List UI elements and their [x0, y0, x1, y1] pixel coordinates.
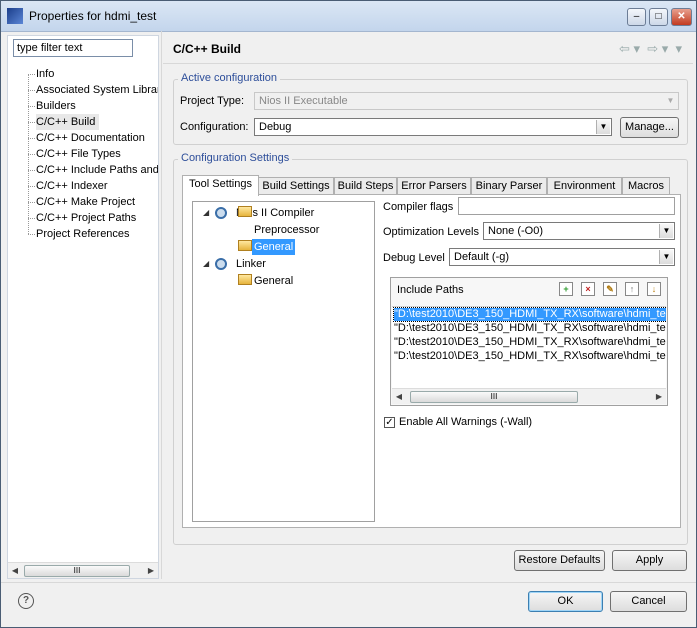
- back-arrow-icon[interactable]: ⇦ ▾: [619, 41, 640, 56]
- tab-tool-settings[interactable]: Tool Settings: [182, 175, 259, 196]
- debug-level-label: Debug Level: [383, 252, 445, 264]
- tab-binary-parser[interactable]: Binary Parser: [471, 177, 547, 195]
- scroll-right-icon[interactable]: ▶: [652, 389, 666, 404]
- folder-icon: [238, 274, 252, 285]
- scroll-left-icon[interactable]: ◀: [8, 563, 22, 578]
- list-item[interactable]: "D:\test2010\DE3_150_HDMI_TX_RX\software…: [394, 322, 666, 335]
- nav-item-info[interactable]: Info: [36, 66, 158, 82]
- edit-path-icon[interactable]: ✎: [603, 282, 617, 296]
- nav-item-cpp-include-paths[interactable]: C/C++ Include Paths and: [36, 162, 158, 178]
- optimization-levels-label: Optimization Levels: [383, 226, 479, 238]
- tab-build-settings[interactable]: Build Settings: [258, 177, 334, 195]
- history-navigation[interactable]: ⇦ ▾ ⇨ ▾ ▾: [619, 41, 682, 57]
- include-paths-toolbar: + × ✎ ↑ ↓: [551, 282, 661, 296]
- add-path-icon[interactable]: +: [559, 282, 573, 296]
- include-paths-scrollbar[interactable]: ◀ III ▶: [392, 388, 666, 404]
- nav-item-cpp-project-paths[interactable]: C/C++ Project Paths: [36, 210, 158, 226]
- list-item[interactable]: "D:\test2010\DE3_150_HDMI_TX_RX\software…: [394, 350, 666, 363]
- include-paths-title: Include Paths: [397, 284, 464, 296]
- enable-warnings-checkbox[interactable]: ✓: [384, 417, 395, 428]
- list-item[interactable]: "D:\test2010\DE3_150_HDMI_TX_RX\software…: [394, 336, 666, 349]
- tab-macros[interactable]: Macros: [622, 177, 670, 195]
- filter-input[interactable]: type filter text: [13, 39, 133, 57]
- nav-item-cpp-make-project[interactable]: C/C++ Make Project: [36, 194, 158, 210]
- close-button[interactable]: ✕: [671, 8, 692, 26]
- move-down-icon[interactable]: ↓: [647, 282, 661, 296]
- folder-icon: [238, 240, 252, 251]
- panel-divider[interactable]: [161, 31, 162, 579]
- window-title: Properties for hdmi_test: [29, 9, 157, 23]
- tab-error-parsers[interactable]: Error Parsers: [397, 177, 471, 195]
- project-type-label: Project Type:: [180, 95, 244, 107]
- optimization-levels-combo[interactable]: None (-O0) ▼: [483, 222, 675, 240]
- property-nav-panel: type filter text Info Associated System …: [7, 35, 159, 579]
- help-icon[interactable]: ?: [18, 593, 34, 609]
- title-bar: Properties for hdmi_test – □ ✕: [1, 1, 696, 32]
- nav-item-cpp-build[interactable]: C/C++ Build: [36, 114, 100, 130]
- enable-warnings-label: Enable All Warnings (-Wall): [399, 416, 533, 428]
- project-type-combo: Nios II Executable ▼: [254, 92, 679, 110]
- dropdown-arrow-icon[interactable]: ▼: [659, 224, 673, 238]
- configuration-combo[interactable]: Debug ▼: [254, 118, 612, 136]
- scroll-thumb[interactable]: III: [24, 565, 130, 577]
- maximize-button[interactable]: □: [649, 8, 668, 26]
- dropdown-arrow-icon: ▼: [664, 94, 677, 108]
- configuration-value: Debug: [259, 121, 292, 133]
- apply-button[interactable]: Apply: [612, 550, 687, 571]
- collapse-icon[interactable]: ◢: [203, 208, 209, 217]
- folder-icon: [238, 206, 252, 217]
- ok-button[interactable]: OK: [528, 591, 603, 612]
- manage-button[interactable]: Manage...: [620, 117, 679, 138]
- debug-level-value: Default (-g): [454, 251, 510, 263]
- tree-compiler-general[interactable]: General: [252, 239, 296, 255]
- gear-icon: [215, 258, 227, 270]
- tree-linker-general[interactable]: General: [254, 273, 293, 289]
- gear-icon: [215, 207, 227, 219]
- collapse-icon[interactable]: ◢: [203, 259, 209, 268]
- compiler-flags-label: Compiler flags: [383, 201, 454, 213]
- nav-item-cpp-indexer[interactable]: C/C++ Indexer: [36, 178, 158, 194]
- nav-item-project-references[interactable]: Project References: [36, 226, 158, 242]
- include-paths-list[interactable]: "D:\test2010\DE3_150_HDMI_TX_RX\software…: [392, 306, 666, 404]
- tab-environment[interactable]: Environment: [547, 177, 622, 195]
- delete-path-icon[interactable]: ×: [581, 282, 595, 296]
- properties-dialog: Properties for hdmi_test – □ ✕ type filt…: [0, 0, 697, 628]
- forward-arrow-icon[interactable]: ⇨ ▾: [647, 41, 668, 56]
- app-icon: [7, 8, 23, 24]
- restore-defaults-button[interactable]: Restore Defaults: [514, 550, 605, 571]
- scroll-left-icon[interactable]: ◀: [392, 389, 406, 404]
- nav-item-associated-system-library[interactable]: Associated System Librar: [36, 82, 158, 98]
- nav-item-cpp-documentation[interactable]: C/C++ Documentation: [36, 130, 158, 146]
- page-title: C/C++ Build: [173, 42, 242, 56]
- scroll-right-icon[interactable]: ▶: [144, 563, 158, 578]
- optimization-value: None (-O0): [488, 225, 544, 237]
- nav-horizontal-scrollbar[interactable]: ◀ III ▶: [8, 562, 158, 578]
- nav-item-builders[interactable]: Builders: [36, 98, 158, 114]
- cancel-button[interactable]: Cancel: [610, 591, 687, 612]
- project-type-value: Nios II Executable: [259, 95, 348, 107]
- configuration-label: Configuration:: [180, 121, 249, 133]
- tool-tree: ◢ Nios II Compiler Preprocessor General …: [192, 201, 375, 522]
- nav-item-cpp-file-types[interactable]: C/C++ File Types: [36, 146, 158, 162]
- active-configuration-label: Active configuration: [178, 72, 280, 84]
- move-up-icon[interactable]: ↑: [625, 282, 639, 296]
- view-menu-icon[interactable]: ▾: [676, 41, 683, 56]
- debug-level-combo[interactable]: Default (-g) ▼: [449, 248, 675, 266]
- list-item[interactable]: "D:\test2010\DE3_150_HDMI_TX_RX\software…: [392, 307, 666, 322]
- tree-linker[interactable]: Linker: [236, 256, 266, 272]
- configuration-settings-label: Configuration Settings: [178, 152, 293, 164]
- tool-settings-panel: ◢ Nios II Compiler Preprocessor General …: [182, 194, 681, 528]
- dropdown-arrow-icon[interactable]: ▼: [596, 120, 610, 134]
- dropdown-arrow-icon[interactable]: ▼: [659, 250, 673, 264]
- compiler-flags-input[interactable]: [458, 197, 675, 215]
- tree-preprocessor[interactable]: Preprocessor: [254, 222, 319, 238]
- minimize-button[interactable]: –: [627, 8, 646, 26]
- include-paths-box: Include Paths + × ✎ ↑ ↓ "D:\test2010\DE3_150…: [390, 277, 668, 406]
- scroll-thumb[interactable]: III: [410, 391, 578, 403]
- tab-build-steps[interactable]: Build Steps: [334, 177, 397, 195]
